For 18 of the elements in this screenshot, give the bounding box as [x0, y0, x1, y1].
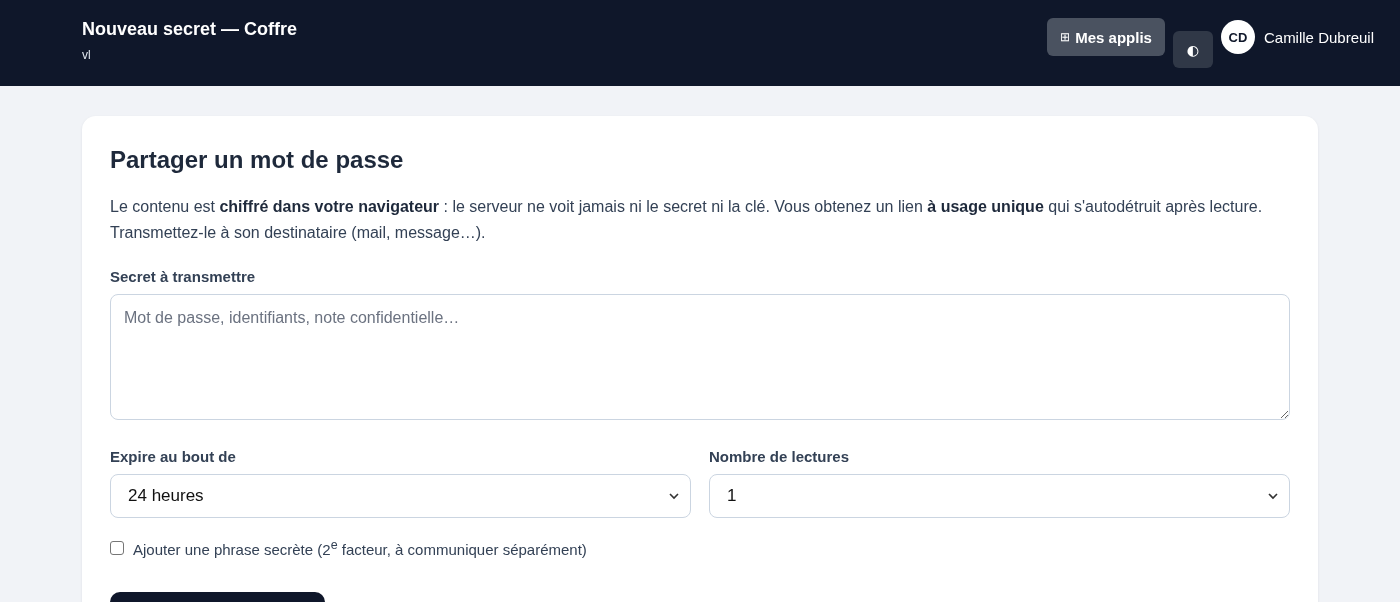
field-label: Secret à transmettre	[110, 268, 257, 285]
apps-button[interactable]: ⊞ Mes applis	[1047, 18, 1165, 56]
theme-toggle-button[interactable]: ◐	[1172, 31, 1213, 68]
card-title: Partager un mot de passe	[110, 146, 405, 174]
chevron-icon	[1267, 490, 1279, 502]
page-subtitle: vl	[82, 47, 92, 62]
chevron-icon	[668, 490, 680, 502]
checkbox-label: Ajouter une phrase secrète (2$^{e}$ facteur, à communiquer séparément)	[133, 538, 587, 558]
intro-text: Le contenu est chiffré dans votre navigateur : le serveur ne voit jamais ni le secret ni la clé. Vous obtenez un lien à usage unique qui s'autodétruit après lecture. Transmettez-le à son destinataire (mail, message…).	[110, 197, 1264, 243]
select-field[interactable]: 24 heures	[110, 474, 691, 518]
field-label: Expire au bout de	[110, 448, 237, 465]
user-name: Camille Dubreuil	[1263, 28, 1374, 46]
select-field[interactable]: 1	[709, 474, 1290, 518]
secret-field[interactable]: Mot de passe, identifiants, note confidentielle…	[110, 294, 1290, 420]
field-label: Nombre de lectures	[709, 448, 851, 465]
page-title: Nouveau secret — Coffre	[82, 18, 298, 40]
user-avatar[interactable]: CD	[1220, 20, 1255, 54]
checkbox[interactable]	[110, 541, 124, 555]
